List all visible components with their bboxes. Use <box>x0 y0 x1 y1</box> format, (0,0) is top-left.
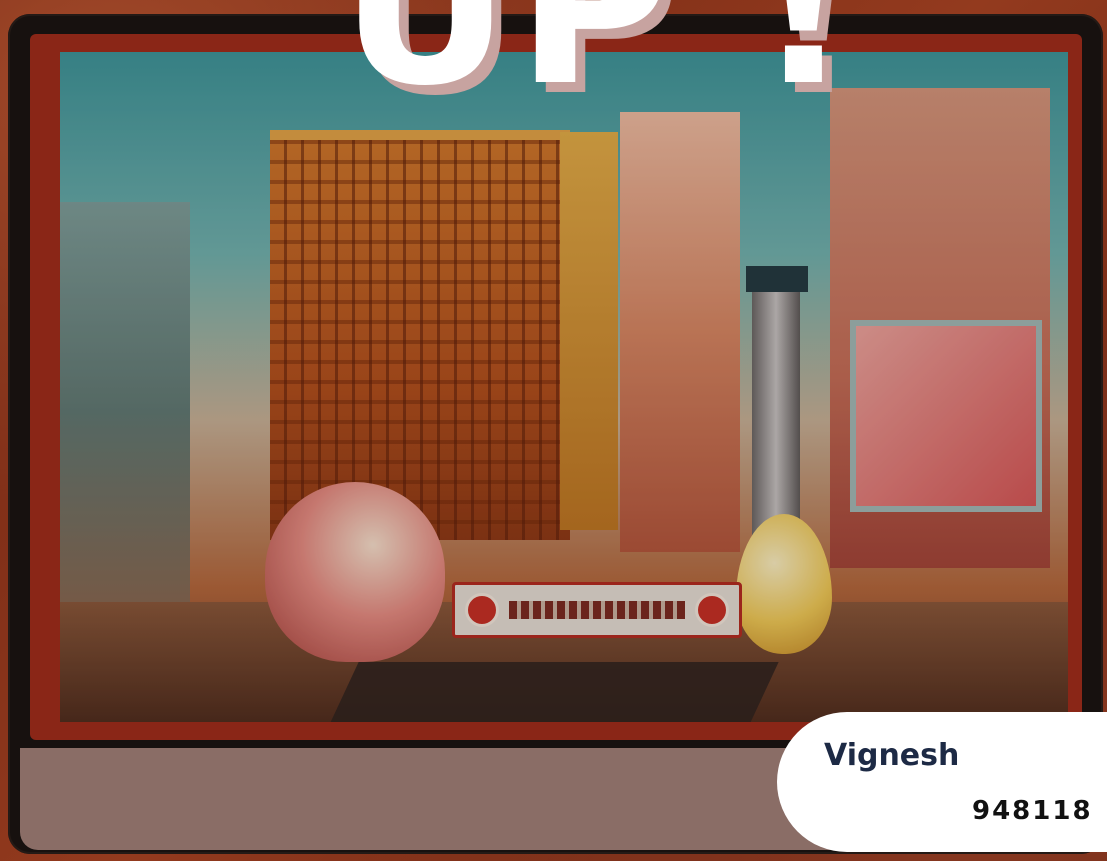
contact-name: Vignesh <box>824 738 960 773</box>
screen-frame <box>30 34 1082 740</box>
screen-tint <box>60 52 1068 722</box>
contact-badge <box>777 712 1107 852</box>
monitor-screen-image <box>60 52 1068 722</box>
headline-text: UP ! <box>340 0 858 132</box>
contact-phone: 948118 <box>972 796 1093 826</box>
